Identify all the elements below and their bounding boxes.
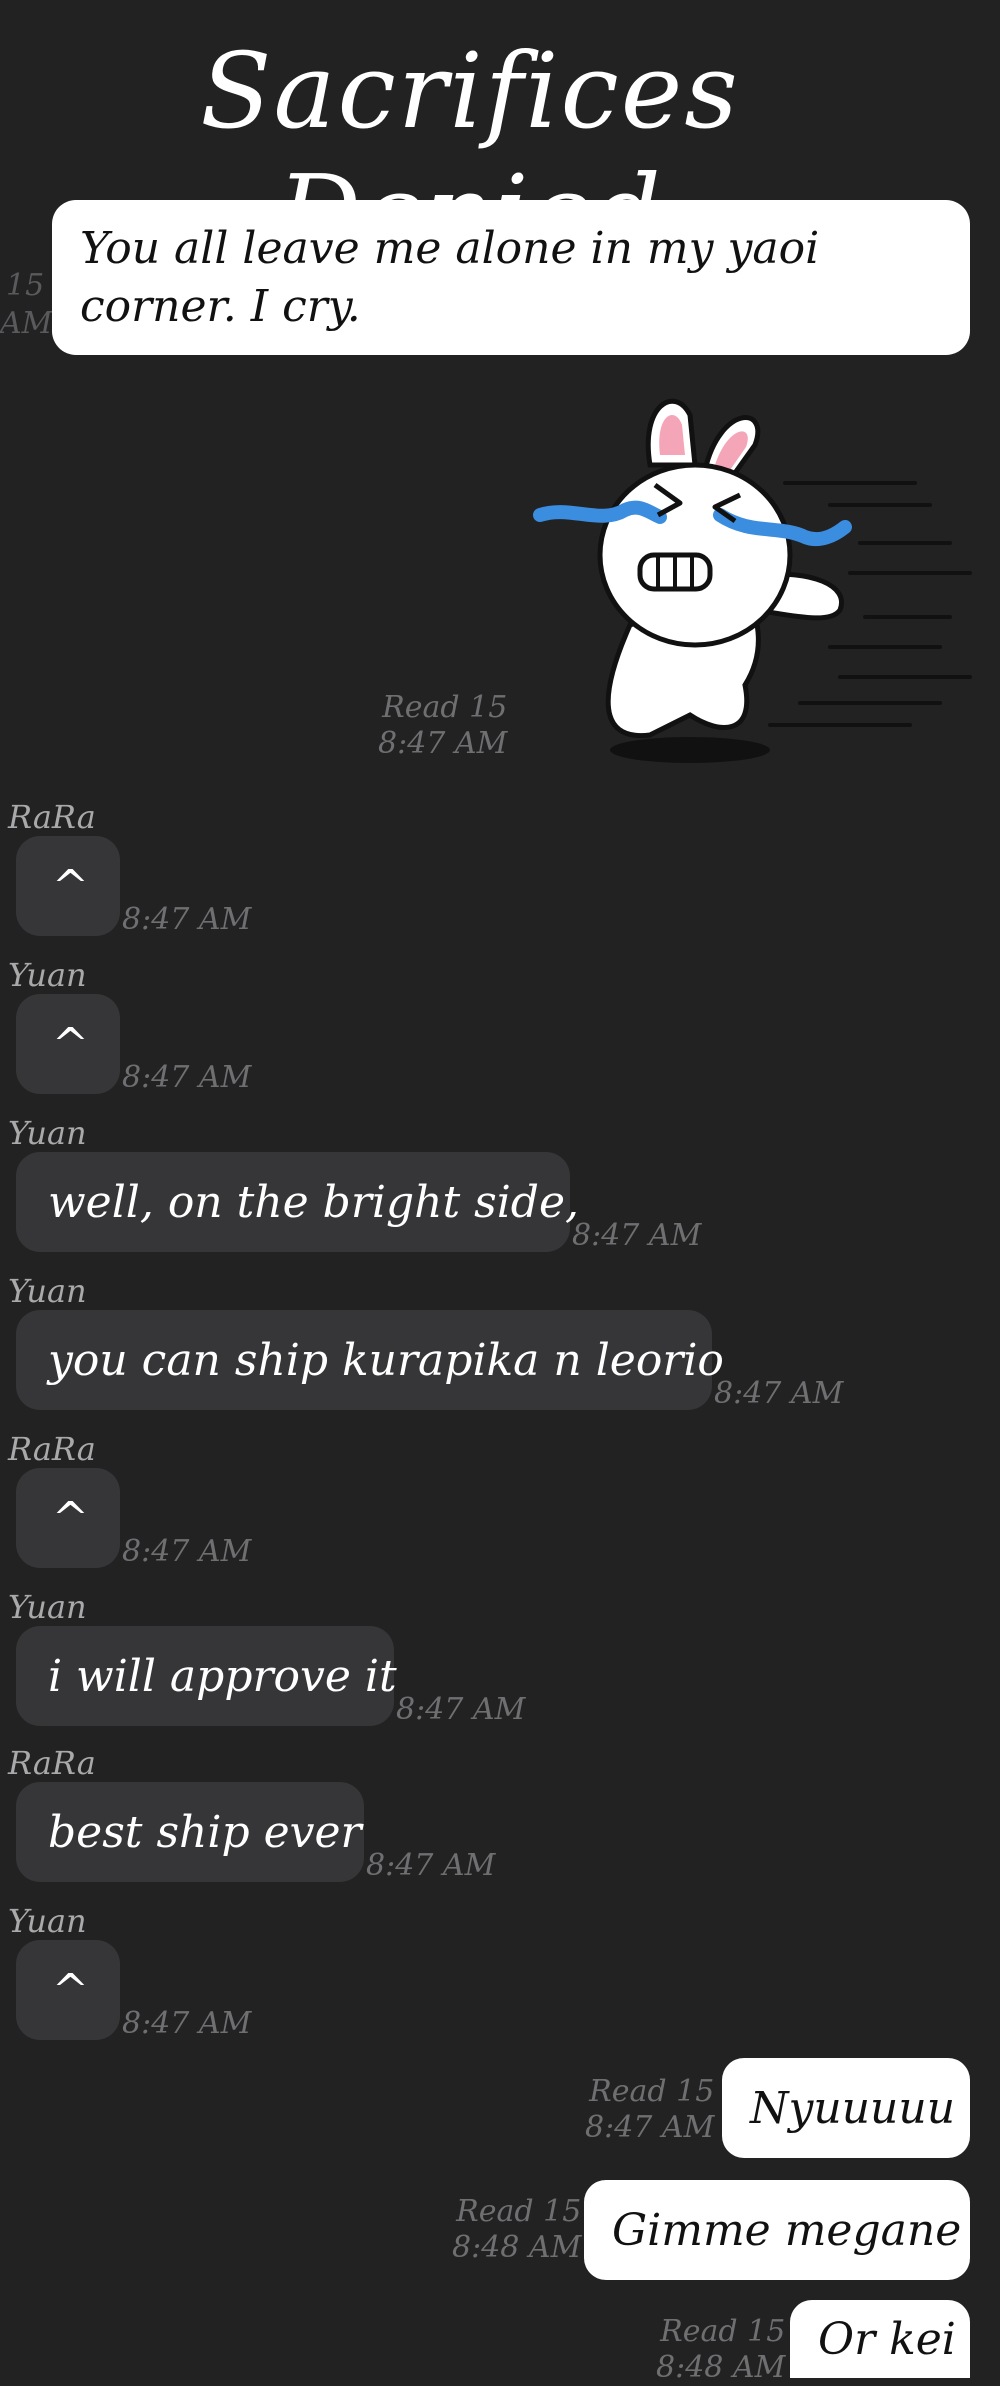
read-label: Read 15 bbox=[589, 2074, 715, 2109]
message-text: Gimme megane bbox=[612, 2204, 962, 2256]
message-bubble-incoming[interactable]: ^ bbox=[16, 1468, 120, 1568]
message-bubble-outgoing[interactable]: Or kei bbox=[790, 2300, 970, 2378]
read-receipt: Read 15 8:47 AM bbox=[378, 690, 507, 762]
message-time: 8:47 AM bbox=[122, 2006, 252, 2041]
message-text: best ship ever bbox=[48, 1806, 362, 1858]
sender-name: RaRa bbox=[8, 798, 96, 836]
read-label: Read 15 bbox=[456, 2194, 582, 2229]
message-time: 8:47 AM bbox=[585, 2110, 715, 2145]
time-fragment: 15 bbox=[6, 268, 45, 303]
crying-bunny-sticker[interactable] bbox=[530, 385, 980, 770]
message-bubble-incoming[interactable]: ^ bbox=[16, 994, 120, 1094]
message-bubble-outgoing[interactable]: Gimme megane bbox=[584, 2180, 970, 2280]
message-time: 8:47 AM bbox=[714, 1376, 844, 1411]
read-receipt: Read 15 8:48 AM bbox=[452, 2194, 581, 2266]
message-text: well, on the bright side, bbox=[48, 1176, 579, 1228]
read-label: Read 15 bbox=[660, 2314, 786, 2349]
message-time: 8:47 AM bbox=[396, 1692, 526, 1727]
message-bubble-outgoing[interactable]: You all leave me alone in my yaoi corner… bbox=[52, 200, 970, 355]
message-text: ^ bbox=[52, 1964, 89, 2016]
message-bubble-incoming[interactable]: ^ bbox=[16, 1940, 120, 2040]
message-time: 8:47 AM bbox=[122, 1534, 252, 1569]
message-bubble-incoming[interactable]: well, on the bright side, bbox=[16, 1152, 579, 1252]
message-bubble-incoming[interactable]: best ship ever bbox=[16, 1782, 364, 1882]
message-text: ^ bbox=[52, 1018, 89, 1070]
message-text: You all leave me alone in my yaoi bbox=[80, 223, 820, 274]
message-time: 8:47 AM bbox=[366, 1848, 496, 1883]
time-fragment: AM bbox=[0, 306, 53, 341]
message-text: ^ bbox=[52, 1492, 89, 1544]
message-bubble-incoming[interactable]: i will approve it bbox=[16, 1626, 397, 1726]
message-time: 8:47 AM bbox=[122, 1060, 252, 1095]
sender-name: Yuan bbox=[8, 1902, 87, 1940]
message-bubble-incoming[interactable]: ^ bbox=[16, 836, 120, 936]
sender-name: RaRa bbox=[8, 1744, 96, 1782]
message-text: Or kei bbox=[818, 2313, 956, 2365]
message-text: corner. I cry. bbox=[80, 281, 361, 332]
read-label: Read 15 bbox=[382, 690, 508, 725]
read-receipt: Read 15 8:48 AM bbox=[656, 2314, 785, 2386]
sender-name: Yuan bbox=[8, 956, 87, 994]
message-text: you can ship kurapika n leorio bbox=[48, 1334, 724, 1386]
message-time: 8:47 AM bbox=[572, 1218, 702, 1253]
message-text: ^ bbox=[52, 860, 89, 912]
read-receipt: Read 15 8:47 AM bbox=[585, 2074, 714, 2146]
message-time: 8:47 AM bbox=[378, 726, 508, 761]
sender-name: Yuan bbox=[8, 1588, 87, 1626]
message-text: i will approve it bbox=[48, 1650, 397, 1702]
message-time: 8:48 AM bbox=[656, 2350, 786, 2385]
sender-name: Yuan bbox=[8, 1272, 87, 1310]
sender-name: Yuan bbox=[8, 1114, 87, 1152]
message-bubble-incoming[interactable]: you can ship kurapika n leorio bbox=[16, 1310, 724, 1410]
sender-name: RaRa bbox=[8, 1430, 96, 1468]
message-time: 8:47 AM bbox=[122, 902, 252, 937]
message-time: 8:48 AM bbox=[452, 2230, 582, 2265]
message-bubble-outgoing[interactable]: Nyuuuuu bbox=[722, 2058, 970, 2158]
message-text: Nyuuuuu bbox=[750, 2082, 956, 2134]
